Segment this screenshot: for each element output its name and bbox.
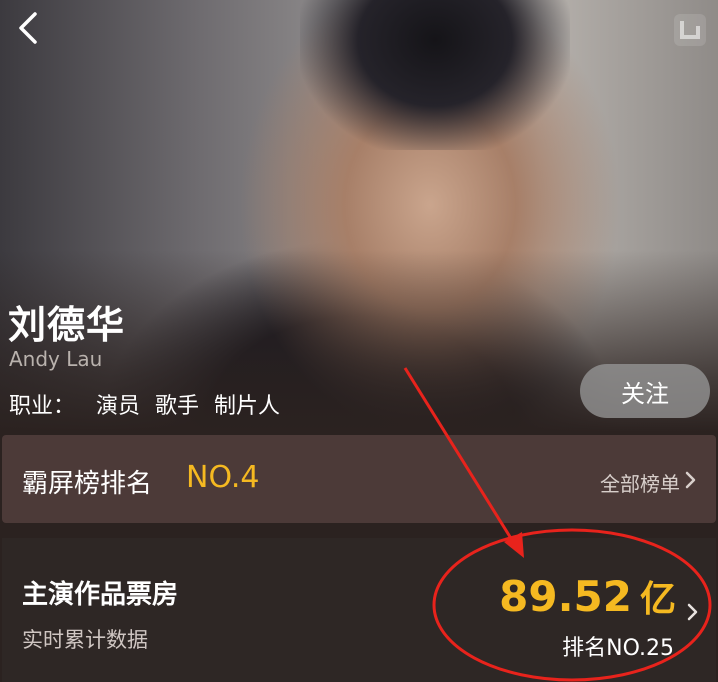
ranking-title: 霸屏榜排名 [22,469,153,499]
chevron-left-icon [19,12,37,44]
occupation-item: 制片人 [214,394,281,419]
box-office-unit: 亿 [639,579,676,620]
occupation-item: 歌手 [155,394,200,419]
photo-shading [300,0,570,150]
app-logo-icon [672,12,708,48]
box-office-rank: 排名NO.25 [562,636,674,661]
follow-button[interactable]: 关注 [580,364,710,418]
box-office-subtitle: 实时累计数据 [22,628,148,652]
ranking-value: NO.4 [186,460,260,495]
ranking-card[interactable]: 霸屏榜排名 NO.4 全部榜单 [2,435,716,523]
occupation-item: 演员 [96,394,141,419]
chevron-right-icon [687,603,698,621]
box-office-amount: 89.52 亿 [499,570,676,622]
artist-english-name: Andy Lau [9,347,103,371]
all-rankings-link[interactable]: 全部榜单 [600,468,680,497]
box-office-title: 主演作品票房 [22,580,179,610]
box-office-card[interactable]: 主演作品票房 实时累计数据 89.52 亿 排名NO.25 [2,538,716,682]
occupation-label: 职业： [9,394,76,419]
artist-name: 刘德华 [8,303,126,347]
back-button[interactable] [10,8,46,48]
chevron-right-icon [685,471,696,489]
occupation-row: 职业： 演员 歌手 制片人 [9,388,288,420]
box-office-value: 89.52 [499,572,632,621]
